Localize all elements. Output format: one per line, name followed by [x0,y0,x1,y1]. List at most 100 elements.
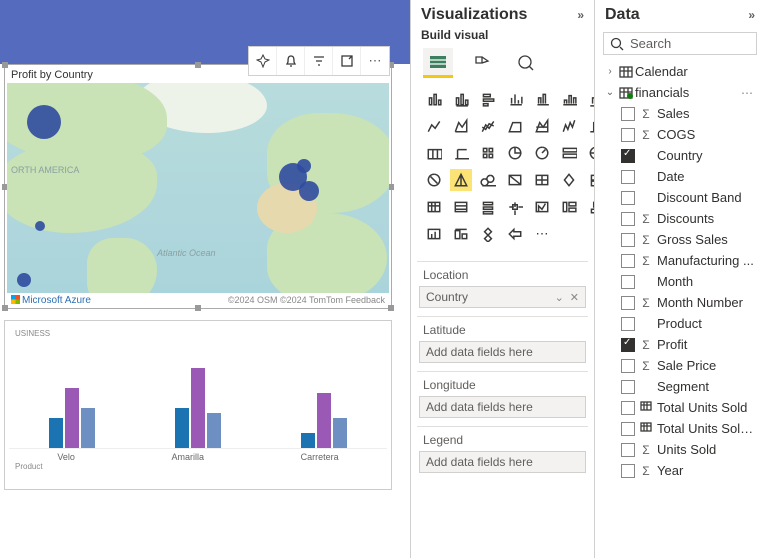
map-bubble[interactable] [35,221,45,231]
field-total-units-sold-2[interactable]: Total Units Sold 2 [601,418,759,439]
table-calendar[interactable]: › Calendar [601,61,759,82]
field-checkbox[interactable] [621,128,635,142]
field-cogs[interactable]: ΣCOGS [601,124,759,145]
field-checkbox[interactable] [621,212,635,226]
location-field[interactable]: Country ⌄✕ [419,286,586,308]
viz-type-icon[interactable] [450,142,472,164]
viz-type-icon[interactable] [477,223,499,245]
viz-type-icon[interactable] [477,169,499,191]
field-checkbox[interactable] [621,317,635,331]
viz-type-icon[interactable] [477,88,499,110]
field-discount-band[interactable]: Discount Band [601,187,759,208]
viz-type-icon[interactable] [585,142,594,164]
table-financials[interactable]: ⌄ financials ⋯ [601,82,759,103]
viz-type-icon[interactable] [504,142,526,164]
viz-type-icon[interactable] [504,115,526,137]
field-year[interactable]: ΣYear [601,460,759,481]
viz-type-icon[interactable] [423,196,445,218]
remove-field-icon[interactable]: ✕ [570,291,579,304]
field-checkbox[interactable] [621,254,635,268]
more-viz-icon[interactable]: ⋯ [531,223,553,245]
expand-icon[interactable]: › [603,66,617,77]
legend-field[interactable]: Add data fields here [419,451,586,473]
bar-visual[interactable]: USINESS VeloAmarillaCarretera Product [4,320,392,490]
field-total-units-sold[interactable]: Total Units Sold [601,397,759,418]
viz-type-icon[interactable] [531,196,553,218]
viz-type-icon[interactable] [504,88,526,110]
viz-type-icon[interactable] [450,169,472,191]
viz-type-icon[interactable] [585,88,594,110]
field-units-sold[interactable]: ΣUnits Sold [601,439,759,460]
map-visual[interactable]: Profit by Country ORTH AMERICA Atlantic … [4,64,392,309]
map-bubble[interactable] [27,105,61,139]
collapse-vis-pane[interactable]: » [577,8,584,22]
field-sales[interactable]: ΣSales [601,103,759,124]
field-checkbox[interactable] [621,359,635,373]
viz-type-icon[interactable] [477,142,499,164]
field-checkbox[interactable] [621,380,635,394]
viz-type-icon[interactable] [585,169,594,191]
filter-icon[interactable] [305,47,333,75]
viz-type-icon[interactable] [450,88,472,110]
map-bubble[interactable] [297,159,311,173]
field-date[interactable]: Date [601,166,759,187]
build-tab[interactable] [423,48,453,78]
viz-type-icon[interactable] [558,142,580,164]
field-checkbox[interactable] [621,464,635,478]
field-checkbox[interactable] [621,422,635,436]
viz-type-icon[interactable] [423,142,445,164]
latitude-field[interactable]: Add data fields here [419,341,586,363]
field-segment[interactable]: Segment [601,376,759,397]
viz-type-icon[interactable] [585,196,594,218]
field-country[interactable]: Country [601,145,759,166]
field-profit[interactable]: ΣProfit [601,334,759,355]
viz-type-icon[interactable] [423,169,445,191]
analytics-tab[interactable] [511,48,541,78]
field-checkbox[interactable] [621,191,635,205]
viz-type-icon[interactable] [450,115,472,137]
map-bubble[interactable] [17,273,31,287]
viz-type-icon[interactable] [558,115,580,137]
field-discounts[interactable]: ΣDiscounts [601,208,759,229]
viz-type-icon[interactable] [423,223,445,245]
viz-type-icon[interactable] [558,88,580,110]
field-manufacturing-[interactable]: ΣManufacturing ... [601,250,759,271]
map-area[interactable]: ORTH AMERICA Atlantic Ocean [7,83,389,293]
field-month-number[interactable]: ΣMonth Number [601,292,759,313]
viz-type-icon[interactable] [450,223,472,245]
format-tab[interactable] [467,48,497,78]
viz-type-icon[interactable] [423,88,445,110]
field-checkbox[interactable] [621,401,635,415]
viz-type-icon[interactable] [423,115,445,137]
table-more-icon[interactable]: ⋯ [737,86,757,100]
field-checkbox[interactable] [621,296,635,310]
field-checkbox[interactable] [621,233,635,247]
search-input[interactable]: Search [603,32,757,55]
focus-icon[interactable] [333,47,361,75]
collapse-icon[interactable]: ⌄ [603,87,617,98]
field-checkbox[interactable] [621,107,635,121]
viz-type-icon[interactable] [504,169,526,191]
viz-type-icon[interactable] [585,115,594,137]
viz-type-icon[interactable] [477,196,499,218]
viz-type-icon[interactable] [504,196,526,218]
bell-icon[interactable] [277,47,305,75]
chevron-down-icon[interactable]: ⌄ [555,291,564,304]
pin-icon[interactable] [249,47,277,75]
field-sale-price[interactable]: ΣSale Price [601,355,759,376]
map-bubble[interactable] [299,181,319,201]
field-product[interactable]: Product [601,313,759,334]
field-checkbox[interactable] [621,170,635,184]
viz-type-icon[interactable] [504,223,526,245]
viz-type-icon[interactable] [450,196,472,218]
field-checkbox[interactable] [621,275,635,289]
field-checkbox[interactable] [621,149,635,163]
field-checkbox[interactable] [621,338,635,352]
viz-type-icon[interactable] [531,115,553,137]
field-checkbox[interactable] [621,443,635,457]
collapse-data-pane[interactable]: » [748,8,755,22]
viz-type-icon[interactable] [531,169,553,191]
viz-type-icon[interactable] [558,196,580,218]
viz-type-icon[interactable] [558,169,580,191]
longitude-field[interactable]: Add data fields here [419,396,586,418]
